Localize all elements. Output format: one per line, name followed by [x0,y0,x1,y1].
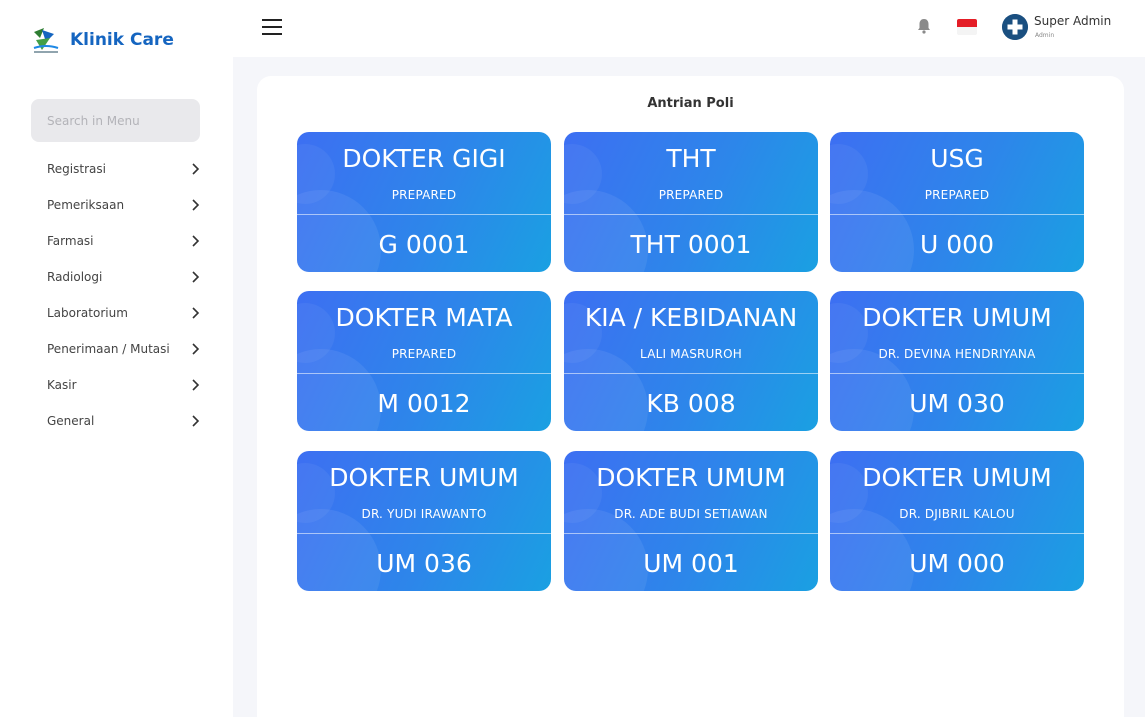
card-subtitle: DR. DJIBRIL KALOU [899,507,1015,521]
card-queue-number: KB 008 [646,389,736,418]
klinik-care-logo-icon [33,28,59,53]
queue-card-dokter-umum: DOKTER UMUM DR. YUDI IRAWANTO UM 036 [297,451,551,591]
card-subtitle: DR. DEVINA HENDRIYANA [878,347,1036,361]
page-title: Antrian Poli [647,96,734,111]
sidebar-item-label: Registrasi [47,162,106,176]
chevron-right-icon [192,199,200,211]
queue-card-usg: USG PREPARED U 000 [830,132,1084,272]
card-title: DOKTER MATA [335,303,513,332]
chevron-right-icon [192,415,200,427]
card-queue-number: THT 0001 [630,230,752,259]
user-name[interactable]: Super Admin [1034,14,1111,28]
queue-card-kia-kebidanan: KIA / KEBIDANAN LALI MASRUROH KB 008 [564,291,818,431]
queue-card-dokter-gigi: DOKTER GIGI PREPARED G 0001 [297,132,551,272]
card-title: DOKTER UMUM [329,463,519,492]
chevron-right-icon [192,271,200,283]
card-title: DOKTER UMUM [862,303,1052,332]
sidebar-item-label: Pemeriksaan [47,198,125,212]
brand-name: Klinik Care [70,30,174,50]
sidebar-menu: Registrasi Pemeriksaan Farmasi Radiologi… [47,151,200,439]
queue-card-tht: THT PREPARED THT 0001 [564,132,818,272]
card-queue-number: U 000 [920,230,994,259]
sidebar-item-registrasi[interactable]: Registrasi [47,151,200,187]
sidebar-item-pemeriksaan[interactable]: Pemeriksaan [47,187,200,223]
card-title: DOKTER GIGI [342,144,506,173]
card-title: THT [666,144,716,173]
sidebar-item-label: Penerimaan / Mutasi [47,342,170,356]
queue-card-dokter-umum: DOKTER UMUM DR. DEVINA HENDRIYANA UM 030 [830,291,1084,431]
brand-logo[interactable]: Klinik Care [30,24,174,56]
card-title: DOKTER UMUM [862,463,1052,492]
bell-icon[interactable] [917,18,931,34]
flag-indonesia-icon[interactable] [957,19,977,35]
hamburger-icon[interactable] [262,18,282,36]
chevron-right-icon [192,307,200,319]
card-queue-number: G 0001 [378,230,470,259]
card-subtitle: DR. ADE BUDI SETIAWAN [614,507,768,521]
sidebar-item-kasir[interactable]: Kasir [47,367,200,403]
card-title: DOKTER UMUM [596,463,786,492]
chevron-right-icon [192,343,200,355]
card-subtitle: DR. YUDI IRAWANTO [361,507,487,521]
sidebar-item-general[interactable]: General [47,403,200,439]
plus-circle-icon[interactable] [1002,14,1028,40]
sidebar-item-laboratorium[interactable]: Laboratorium [47,295,200,331]
card-subtitle: PREPARED [924,188,990,202]
sidebar-item-label: Radiologi [47,270,103,284]
queue-panel: Antrian Poli DOKTER GIGI PREPARED G 0001… [257,76,1124,717]
sidebar-item-label: Farmasi [47,234,94,248]
sidebar: Klinik Care Search in Menu Registrasi Pe… [0,0,233,717]
card-queue-number: M 0012 [377,389,471,418]
sidebar-item-radiologi[interactable]: Radiologi [47,259,200,295]
chevron-right-icon [192,235,200,247]
queue-card-dokter-umum: DOKTER UMUM DR. DJIBRIL KALOU UM 000 [830,451,1084,591]
queue-card-dokter-mata: DOKTER MATA PREPARED M 0012 [297,291,551,431]
card-subtitle: PREPARED [391,188,457,202]
search-placeholder: Search in Menu [47,113,140,128]
sidebar-item-label: Laboratorium [47,306,128,320]
chevron-right-icon [192,379,200,391]
card-queue-number: UM 030 [909,389,1005,418]
sidebar-item-label: Kasir [47,378,77,392]
card-subtitle: LALI MASRUROH [640,347,742,361]
card-title: USG [930,144,984,173]
sidebar-item-farmasi[interactable]: Farmasi [47,223,200,259]
queue-card-dokter-umum: DOKTER UMUM DR. ADE BUDI SETIAWAN UM 001 [564,451,818,591]
card-title: KIA / KEBIDANAN [584,303,798,332]
sidebar-item-penerimaan-mutasi[interactable]: Penerimaan / Mutasi [47,331,200,367]
sidebar-item-label: General [47,414,95,428]
card-queue-number: UM 001 [643,549,739,578]
user-role: Admin [1035,32,1055,39]
chevron-right-icon [192,163,200,175]
card-queue-number: UM 036 [376,549,472,578]
card-subtitle: PREPARED [391,347,457,361]
search-input[interactable]: Search in Menu [31,99,200,142]
card-queue-number: UM 000 [909,549,1005,578]
card-subtitle: PREPARED [658,188,724,202]
topbar: Super Admin Admin [233,0,1145,57]
